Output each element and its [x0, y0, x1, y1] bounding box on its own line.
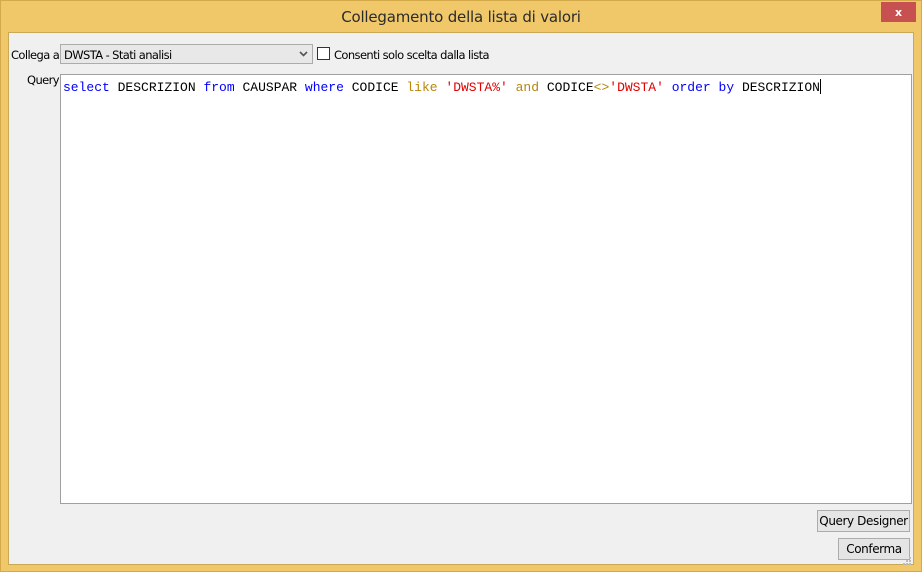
query-token-id: CODICE	[351, 80, 399, 95]
query-token-id: DESCRIZION	[741, 80, 820, 95]
query-token-id	[734, 80, 742, 95]
query-editor[interactable]: select DESCRIZION from CAUSPAR where COD…	[60, 74, 912, 504]
query-token-kw: select	[63, 80, 110, 95]
query-token-op: <>	[593, 80, 610, 95]
query-token-id	[110, 80, 118, 95]
collega-dropdown[interactable]: DWSTA - Stati analisi	[60, 44, 313, 64]
query-token-id	[664, 80, 672, 95]
confirm-button[interactable]: Conferma	[838, 538, 910, 560]
query-token-id	[344, 80, 352, 95]
query-token-op: like	[406, 80, 438, 95]
query-token-id: CAUSPAR	[242, 80, 298, 95]
resize-grip-icon[interactable]	[902, 553, 912, 565]
window-title: Collegamento della lista di valori	[341, 8, 581, 26]
query-token-id	[508, 80, 516, 95]
query-token-kw: where	[304, 80, 344, 95]
query-token-kw: from	[203, 80, 235, 95]
query-token-id	[711, 80, 719, 95]
close-icon: x	[894, 5, 903, 19]
close-button[interactable]: x	[881, 2, 916, 22]
dialog-body: Collega a DWSTA - Stati analisi Consenti…	[8, 32, 914, 565]
text-caret	[819, 79, 821, 94]
collega-row: Collega a DWSTA - Stati analisi Consenti…	[9, 43, 913, 65]
query-token-str: 'DWSTA'	[609, 80, 664, 95]
query-text: select DESCRIZION from CAUSPAR where COD…	[63, 80, 820, 95]
query-token-kw: by	[718, 80, 735, 95]
restrict-to-list-checkbox[interactable]	[317, 47, 330, 60]
query-label: Query	[27, 73, 60, 87]
query-token-id	[297, 80, 305, 95]
dialog-window: Collegamento della lista di valori x Col…	[0, 0, 922, 572]
query-token-id: DESCRIZION	[117, 80, 196, 95]
restrict-to-list-label[interactable]: Consenti solo scelta dalla lista	[334, 48, 490, 62]
query-token-kw: order	[671, 80, 711, 95]
query-token-op: and	[515, 80, 540, 95]
collega-selected-value: DWSTA - Stati analisi	[64, 48, 172, 62]
query-token-str: 'DWSTA%'	[445, 80, 508, 95]
collega-label: Collega a	[11, 48, 60, 62]
query-designer-button[interactable]: Query Designer	[817, 510, 910, 532]
query-token-id	[539, 80, 547, 95]
chevron-down-icon	[297, 47, 309, 61]
query-token-id: CODICE	[546, 80, 594, 95]
title-bar[interactable]: Collegamento della lista di valori x	[1, 1, 921, 32]
